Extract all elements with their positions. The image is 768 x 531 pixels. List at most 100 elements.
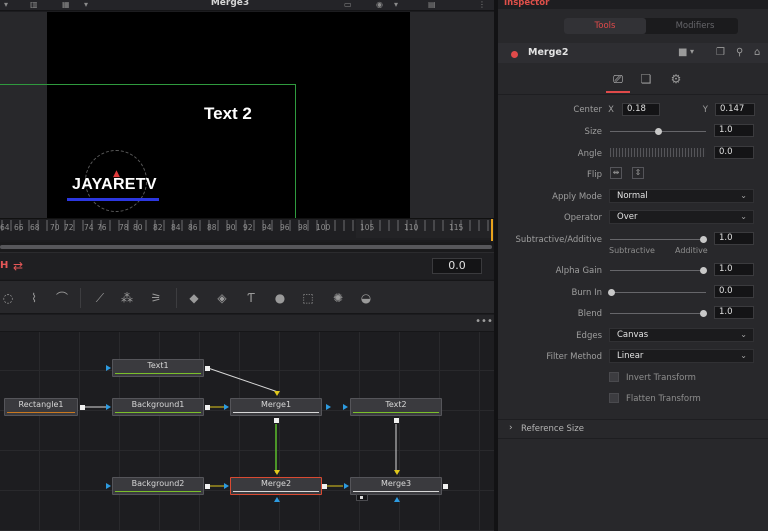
timeline-scrollbar[interactable] [0,242,494,252]
camera-3d-icon[interactable]: ⬚ [300,290,316,306]
settings-subtab-icon[interactable]: ⚙ [667,72,685,88]
alpha-gain-knob[interactable] [700,267,707,274]
background-port[interactable] [344,483,349,489]
reference-size-section[interactable]: › Reference Size [498,419,768,439]
blend-field[interactable]: 1.0 [714,306,754,319]
input-port[interactable] [343,404,348,410]
selected-node-header[interactable]: Merge2 ■ ▾ ❐ ⚲ ⌂ [498,43,768,63]
burn-in-slider[interactable] [610,292,706,293]
merge-3d-icon[interactable]: ● [272,290,288,306]
grid-icon[interactable]: ▦ [62,0,70,9]
size-field[interactable]: 1.0 [714,124,754,137]
bspline-tool-icon[interactable]: ⌒ [54,290,70,306]
node-background1[interactable]: Background1 [112,398,204,416]
output-port[interactable] [80,405,85,410]
flip-horizontal-icon[interactable]: ⇹ [610,167,622,179]
chevron-down-icon[interactable]: ▾ [690,47,694,56]
input-port[interactable] [106,404,111,410]
output-port[interactable] [394,418,399,423]
input-port[interactable] [106,483,111,489]
blend-slider[interactable] [610,313,706,314]
square-icon[interactable]: ■ [678,47,687,58]
pin-icon[interactable]: ⚲ [736,47,743,58]
subtractive-additive-field[interactable]: 1.0 [714,232,754,245]
blend-knob[interactable] [700,310,707,317]
output-port[interactable] [205,405,210,410]
spotlight-icon[interactable]: ✺ [330,290,346,306]
background-port[interactable] [224,483,229,489]
merge-subtab-icon[interactable]: ⎚ [609,72,627,88]
foreground-port[interactable] [394,470,400,475]
output-port[interactable] [322,484,327,489]
display-icon[interactable]: ▭ [344,0,352,9]
foreground-port[interactable] [274,470,280,475]
apply-mode-dropdown[interactable]: Normal ⌄ [609,189,754,203]
flatten-transform-checkbox[interactable] [609,393,619,403]
node-rectangle1[interactable]: Rectangle1 [4,398,78,416]
node-editor-menu-button[interactable]: ••• [474,316,494,330]
tab-tools[interactable]: Tools [564,18,646,34]
output-port[interactable] [443,484,448,489]
loop-icon[interactable]: ⇄ [13,259,23,273]
filter-method-dropdown[interactable]: Linear ⌄ [609,349,754,363]
node-merge2[interactable]: Merge2 [230,477,322,495]
node-merge1[interactable]: Merge1 [230,398,322,416]
node-background2[interactable]: Background2 [112,477,204,495]
operator-dropdown[interactable]: Over ⌄ [609,210,754,224]
mask-port[interactable] [394,497,400,502]
subtractive-additive-slider[interactable] [610,239,706,240]
scrollbar-thumb[interactable] [0,245,492,249]
node-editor[interactable]: Text1 Rectangle1 Background1 Merge1 Text… [0,332,494,531]
mask-port[interactable] [274,497,280,502]
output-port[interactable] [205,366,210,371]
chevron-down-icon[interactable]: ▾ [4,0,8,9]
output-port[interactable] [205,484,210,489]
more-icon[interactable]: ⋮ [478,0,486,9]
alpha-gain-slider[interactable] [610,270,706,271]
paint-tool-icon[interactable]: ⟋ [92,290,108,306]
viewer-indicator[interactable] [356,494,368,501]
playhead[interactable] [491,219,493,241]
input-port[interactable] [106,365,111,371]
transport-h-label[interactable]: H [0,260,8,271]
view-icon[interactable]: ▤ [428,0,436,9]
layout-icon[interactable]: ▥ [30,0,38,9]
current-time-field[interactable]: 0.0 [432,258,482,274]
mask-port[interactable] [326,404,331,410]
flip-vertical-icon[interactable]: ⇕ [632,167,644,179]
ellipse-tool-icon[interactable]: ◌ [0,290,16,306]
center-y-field[interactable]: 0.147 [715,103,755,116]
color-icon[interactable]: ◉ [376,0,383,9]
output-port[interactable] [274,418,279,423]
foreground-port[interactable] [274,391,280,396]
image-plane-icon[interactable]: ◆ [186,290,202,306]
node-color-dot[interactable] [511,51,518,58]
text-3d-icon[interactable]: Ƭ [243,290,259,306]
particles-tool-icon[interactable]: ⁂ [119,290,135,306]
burn-in-field[interactable]: 0.0 [714,285,754,298]
alpha-gain-field[interactable]: 1.0 [714,263,754,276]
timeline-ruler[interactable]: 64 66 68 70 72 74 76 78 80 82 84 86 88 9… [0,218,494,241]
channels-subtab-icon[interactable]: ❏ [637,72,655,88]
angle-field[interactable]: 0.0 [714,146,754,159]
versions-icon[interactable]: ❐ [716,47,725,58]
chevron-down-icon[interactable]: ▾ [394,0,398,9]
polygon-tool-icon[interactable]: ⌇ [26,290,42,306]
shape-3d-icon[interactable]: ◈ [214,290,230,306]
renderer-3d-icon[interactable]: ◒ [358,290,374,306]
angle-thumbwheel[interactable] [610,148,706,157]
particle-render-icon[interactable]: ⚞ [148,290,164,306]
node-text1[interactable]: Text1 [112,359,204,377]
node-merge3[interactable]: Merge3 [350,477,442,495]
lock-icon[interactable]: ⌂ [754,47,760,58]
chevron-down-icon[interactable]: ▾ [84,0,88,9]
subtractive-additive-knob[interactable] [700,236,707,243]
tab-modifiers[interactable]: Modifiers [654,18,736,34]
canvas-text[interactable]: Text 2 [204,104,252,124]
edges-dropdown[interactable]: Canvas ⌄ [609,328,754,342]
invert-transform-checkbox[interactable] [609,372,619,382]
node-text2[interactable]: Text2 [350,398,442,416]
burn-in-knob[interactable] [608,289,615,296]
size-slider-knob[interactable] [655,128,662,135]
background-port[interactable] [224,404,229,410]
